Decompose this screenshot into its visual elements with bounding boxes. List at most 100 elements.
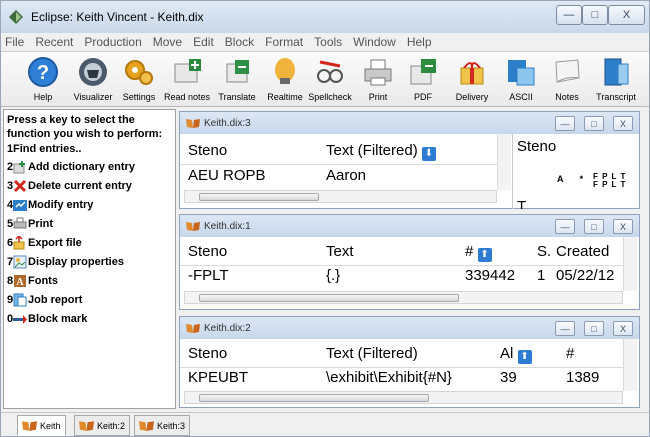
delivery-button[interactable]: Delivery [449,54,495,106]
child-close-button[interactable]: X [613,219,633,234]
child-window-keith-3[interactable]: Keith.dix:3 — □ X Steno Text (Filtered) … [179,111,640,209]
book-icon [186,324,200,333]
child-title-bar[interactable]: Keith.dix:2 — □ X [180,317,639,339]
column-header-text-filtered[interactable]: Text (Filtered) ⬇ [326,142,436,161]
close-icon: X [619,221,626,232]
steno-preview-cut-text: T [517,198,527,209]
read-notes-button[interactable]: Read notes [164,54,210,106]
realtime-button[interactable]: Realtime [263,54,307,106]
menu-block[interactable]: Block [225,35,254,49]
child-minimize-button[interactable]: — [555,219,575,234]
column-header-created[interactable]: Created [556,243,609,260]
column-header-al[interactable]: Al ⬆ [500,345,532,364]
child-window-keith-2[interactable]: Keith.dix:2 — □ X Steno Text (Filtered) … [179,316,640,408]
close-button[interactable]: X [608,5,645,25]
scroll-thumb[interactable] [199,394,429,402]
function-block-mark[interactable]: 0 Block mark [7,309,172,328]
cell-steno[interactable]: AEU ROPB [188,167,266,184]
notes-button[interactable]: Notes [550,54,584,106]
spellcheck-button[interactable]: Spellcheck [308,54,352,106]
child-minimize-button[interactable]: — [555,116,575,131]
maximize-icon: □ [591,9,599,21]
child-title-bar[interactable]: Keith.dix:1 — □ X [180,215,639,237]
function-delete-entry[interactable]: 3 Delete current entry [7,176,172,195]
ascii-button[interactable]: ASCII [503,54,539,106]
window-tab-bar: Keith Keith:2 Keith:3 [1,412,649,436]
menu-tools[interactable]: Tools [314,35,342,49]
cell-steno[interactable]: -FPLT [188,267,229,284]
title-bar[interactable]: Eclipse: Keith Vincent - Keith.dix — □ X [1,1,649,33]
function-job-report[interactable]: 9 Job report [7,290,172,309]
sort-ascending-icon[interactable]: ⬆ [517,350,532,364]
vertical-scrollbar[interactable] [497,134,511,190]
transcript-button[interactable]: Transcript [592,54,640,106]
pdf-button[interactable]: PDF [405,54,441,106]
minimize-icon: — [563,9,575,21]
settings-button[interactable]: Settings [120,54,158,106]
sort-ascending-icon[interactable]: ⬆ [477,248,492,262]
column-header-count[interactable]: # [566,345,574,362]
child-minimize-button[interactable]: — [555,321,575,336]
entry-grid[interactable]: Steno Text (Filtered) Al ⬆ # KPEUBT \exh… [180,339,639,407]
cell-created[interactable]: 05/22/12 [556,267,614,284]
tab-keith-3[interactable]: Keith:3 [134,415,191,436]
function-print[interactable]: 5 Print [7,214,172,233]
column-header-s[interactable]: S. [537,243,551,260]
child-maximize-button[interactable]: □ [584,219,604,234]
menu-move[interactable]: Move [153,35,182,49]
child-maximize-button[interactable]: □ [584,321,604,336]
child-title-bar[interactable]: Keith.dix:3 — □ X [180,112,639,134]
menu-window[interactable]: Window [353,35,396,49]
maximize-button[interactable]: □ [582,5,608,25]
settings-icon [125,60,153,85]
print-button[interactable]: Print [360,54,396,106]
child-close-button[interactable]: X [613,116,633,131]
cell-s[interactable]: 1 [537,267,545,284]
column-header-steno[interactable]: Steno [188,345,227,362]
column-header-steno[interactable]: Steno [188,142,227,159]
cell-text[interactable]: Aaron [326,167,366,184]
function-find-entries[interactable]: 1 Find entries.. [7,141,172,157]
entry-grid[interactable]: Steno Text (Filtered) ⬇ AEU ROPB Aaron [180,134,511,209]
cell-count[interactable]: 339442 [465,267,515,284]
menu-file[interactable]: File [5,35,24,49]
function-add-entry[interactable]: 2 Add dictionary entry [7,157,172,176]
function-display-properties[interactable]: 7 Display properties [7,252,172,271]
scroll-thumb[interactable] [199,193,319,201]
cell-steno[interactable]: KPEUBT [188,369,248,386]
translate-button[interactable]: Translate [215,54,259,106]
function-fonts[interactable]: 8 A Fonts [7,271,172,290]
maximize-icon: □ [591,323,597,334]
menu-edit[interactable]: Edit [193,35,214,49]
help-button[interactable]: ? Help [23,54,63,106]
menu-help[interactable]: Help [407,35,432,49]
cell-count[interactable]: 1389 [566,369,599,386]
horizontal-scrollbar[interactable] [184,291,623,304]
horizontal-scrollbar[interactable] [184,190,497,203]
column-header-count[interactable]: # ⬆ [465,243,492,262]
visualizer-button[interactable]: Visualizer [71,54,115,106]
tab-keith-2[interactable]: Keith:2 [74,415,131,436]
child-close-button[interactable]: X [613,321,633,336]
column-header-steno[interactable]: Steno [188,243,227,260]
child-window-keith-1[interactable]: Keith.dix:1 — □ X Steno Text # ⬆ S. Crea… [179,214,640,310]
menu-production[interactable]: Production [84,35,141,49]
vertical-scrollbar[interactable] [623,237,637,291]
cell-al[interactable]: 39 [500,369,517,386]
function-export-file[interactable]: 6 Export file [7,233,172,252]
tab-keith[interactable]: Keith [17,415,66,436]
child-maximize-button[interactable]: □ [584,116,604,131]
horizontal-scrollbar[interactable] [184,391,623,404]
minimize-button[interactable]: — [556,5,582,25]
cell-text[interactable]: \exhibit\Exhibit{#N} [326,369,452,386]
function-modify-entry[interactable]: 4 Modify entry [7,195,172,214]
cell-text[interactable]: {.} [326,267,340,284]
sort-descending-icon[interactable]: ⬇ [421,147,436,161]
column-header-text-filtered[interactable]: Text (Filtered) [326,345,418,362]
scroll-thumb[interactable] [199,294,459,302]
column-header-text[interactable]: Text [326,243,354,260]
menu-recent[interactable]: Recent [35,35,73,49]
menu-format[interactable]: Format [265,35,303,49]
entry-grid[interactable]: Steno Text # ⬆ S. Created -FPLT {.} 3394… [180,237,639,309]
vertical-scrollbar[interactable] [623,339,637,391]
